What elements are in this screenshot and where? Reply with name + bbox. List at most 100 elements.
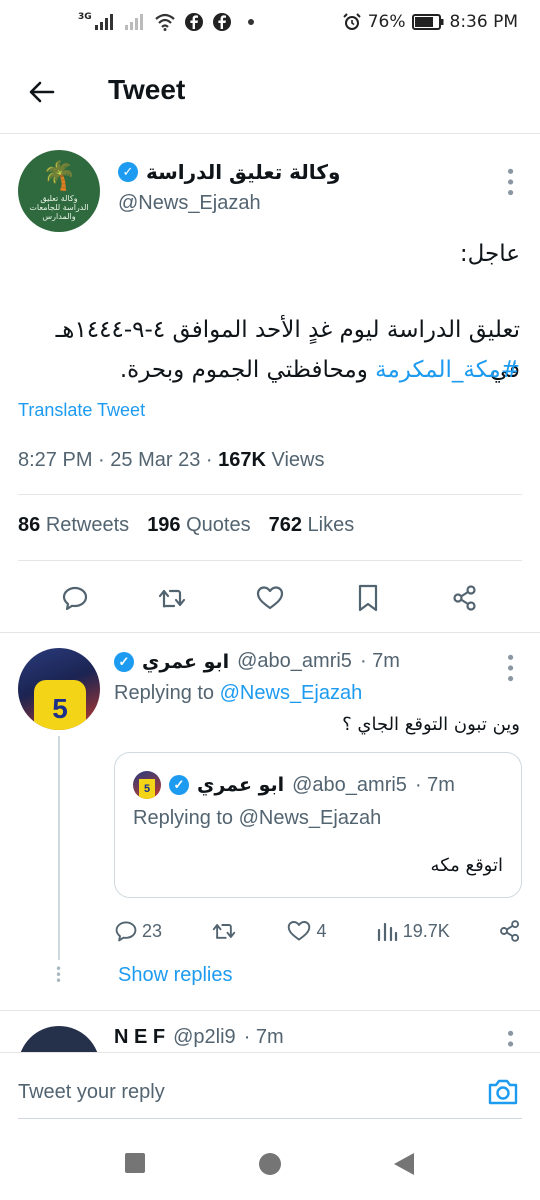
reply-author-handle[interactable]: @abo_amri5: [237, 650, 352, 673]
battery-percent: 76%: [367, 12, 406, 32]
reply-share-button[interactable]: [498, 919, 522, 943]
network-label: 3G: [78, 12, 92, 22]
views-label: Views: [271, 449, 325, 471]
tweet-line-3: #مكة_المكرمة ومحافظتي الجموم وبحرة.: [20, 350, 520, 390]
reply-likes-count: 4: [316, 920, 327, 941]
back-button[interactable]: [26, 76, 58, 108]
square-icon: [125, 1153, 145, 1173]
divider: [18, 560, 522, 561]
like-button[interactable]: [248, 576, 292, 620]
author-handle[interactable]: @News_Ejazah: [118, 192, 261, 215]
retweets-label: Retweets: [45, 514, 130, 536]
share-icon: [453, 585, 476, 611]
next-reply-age: · 7m: [243, 1026, 284, 1048]
tweet-date: 25 Mar 23: [110, 449, 201, 471]
composer-underline: [18, 1118, 522, 1119]
next-reply-name[interactable]: N E F: [114, 1026, 165, 1049]
back-nav-button[interactable]: [392, 1152, 416, 1180]
quoted-tweet[interactable]: ✓ ابو عمري @abo_amri5 · 7m Replying to @…: [114, 752, 522, 898]
share-button[interactable]: [443, 576, 487, 620]
retweets-stat[interactable]: 86 Retweets: [18, 514, 129, 537]
triangle-back-icon: [394, 1153, 414, 1175]
quote-header: ✓ ابو عمري @abo_amri5 · 7m: [133, 771, 455, 799]
reply-reply-button[interactable]: 23: [114, 919, 162, 943]
retweets-count: 86: [18, 514, 41, 536]
heart-icon: [256, 586, 284, 610]
home-button[interactable]: [258, 1152, 282, 1180]
status-bar: 3G 76% 8:36 PM: [0, 0, 540, 50]
author-name-row[interactable]: ✓ وكالة تعليق الدراسة: [118, 160, 340, 184]
clock: 8:36 PM: [449, 12, 519, 32]
wifi-icon: [154, 13, 175, 31]
signal-2-icon: [124, 14, 143, 30]
reply-input-placeholder[interactable]: Tweet your reply: [18, 1081, 165, 1104]
tweet-meta: 8:27 PM · 25 Mar 23 · 167K Views: [18, 449, 325, 471]
facebook-icon: [184, 13, 203, 31]
quote-text: اتوقع مكه: [430, 855, 503, 876]
reply-like-button[interactable]: 4: [286, 919, 326, 943]
verified-badge-icon: ✓: [169, 775, 189, 795]
tweet-actions: [0, 576, 540, 620]
reply-replies-count: 23: [142, 920, 163, 941]
reply-header: ✓ ابو عمري @abo_amri5 · 7m: [114, 650, 400, 673]
replying-handle-link[interactable]: @News_Ejazah: [220, 682, 363, 704]
reply-age: · 7m: [359, 650, 400, 672]
next-reply-header: N E F @p2li9 · 7m: [114, 1026, 284, 1049]
comment-icon: [62, 586, 87, 611]
comment-icon: [115, 921, 137, 942]
translate-tweet-link[interactable]: Translate Tweet: [18, 400, 145, 421]
arrow-left-icon: [29, 81, 55, 103]
author-avatar[interactable]: 🌴 وكالة تعليق الدراسة للجامعات والمدارس: [18, 150, 100, 232]
likes-label: Likes: [307, 514, 355, 536]
reply-views-count: 19.7K: [402, 920, 450, 941]
retweet-button[interactable]: [150, 576, 194, 620]
verified-badge-icon: ✓: [118, 162, 138, 182]
reply-retweet-button[interactable]: [210, 919, 238, 943]
replying-to: Replying to @News_Ejazah: [114, 682, 362, 705]
more-options-icon[interactable]: •••: [499, 166, 520, 198]
status-left: 3G: [78, 12, 254, 32]
divider: [18, 494, 522, 495]
page-title: Tweet: [108, 74, 186, 105]
reply-author-name[interactable]: ابو عمري: [142, 651, 229, 673]
camera-button[interactable]: [486, 1075, 522, 1111]
next-reply-handle[interactable]: @p2li9: [173, 1026, 236, 1049]
hashtag-link[interactable]: #مكة_المكرمة: [375, 357, 520, 383]
likes-stat[interactable]: 762 Likes: [269, 514, 355, 537]
author-name: وكالة تعليق الدراسة: [146, 160, 341, 184]
quotes-label: Quotes: [186, 514, 251, 536]
quote-age: · 7m: [414, 773, 455, 796]
quotes-stat[interactable]: 196 Quotes: [147, 514, 250, 537]
recents-button[interactable]: [124, 1152, 146, 1178]
retweet-icon: [213, 924, 236, 939]
circle-icon: [259, 1153, 281, 1175]
reply-actions: 23 4 19.7K: [114, 914, 522, 948]
bookmark-icon: [358, 584, 377, 612]
tweet-line-3-rest: ومحافظتي الجموم وبحرة.: [119, 357, 376, 383]
show-replies-link[interactable]: Show replies: [118, 964, 233, 987]
quote-avatar: [133, 771, 161, 799]
camera-icon: [488, 1079, 518, 1105]
views-count: 167K: [218, 449, 266, 471]
reply-text: وين تبون التوقع الجاي ؟: [342, 714, 520, 735]
status-right: 76% 8:36 PM: [342, 12, 518, 32]
quote-author-handle: @abo_amri5: [292, 773, 407, 796]
bookmark-button[interactable]: [346, 576, 390, 620]
thread-line: [58, 736, 60, 960]
reply-button[interactable]: [53, 576, 97, 620]
avatar-caption: وكالة تعليق الدراسة للجامعات والمدارس: [29, 193, 89, 221]
more-options-icon[interactable]: •••: [499, 652, 520, 684]
heart-icon: [288, 921, 311, 941]
facebook-2-icon: [212, 13, 231, 31]
battery-icon: [411, 14, 443, 30]
tweet-line-1: عاجل:: [459, 241, 520, 267]
quote-author-name: ابو عمري: [197, 774, 285, 796]
reply-composer[interactable]: Tweet your reply: [0, 1052, 540, 1122]
tweet-stats: 86 Retweets 196 Quotes 762 Likes: [18, 514, 354, 537]
reply-avatar[interactable]: 5: [18, 648, 100, 730]
bar-chart-icon: [377, 922, 397, 942]
likes-count: 762: [268, 514, 302, 536]
reply-views-button[interactable]: 19.7K: [375, 919, 450, 943]
jersey-number: 5: [34, 680, 86, 730]
quote-replying: Replying to @News_Ejazah: [133, 807, 382, 829]
